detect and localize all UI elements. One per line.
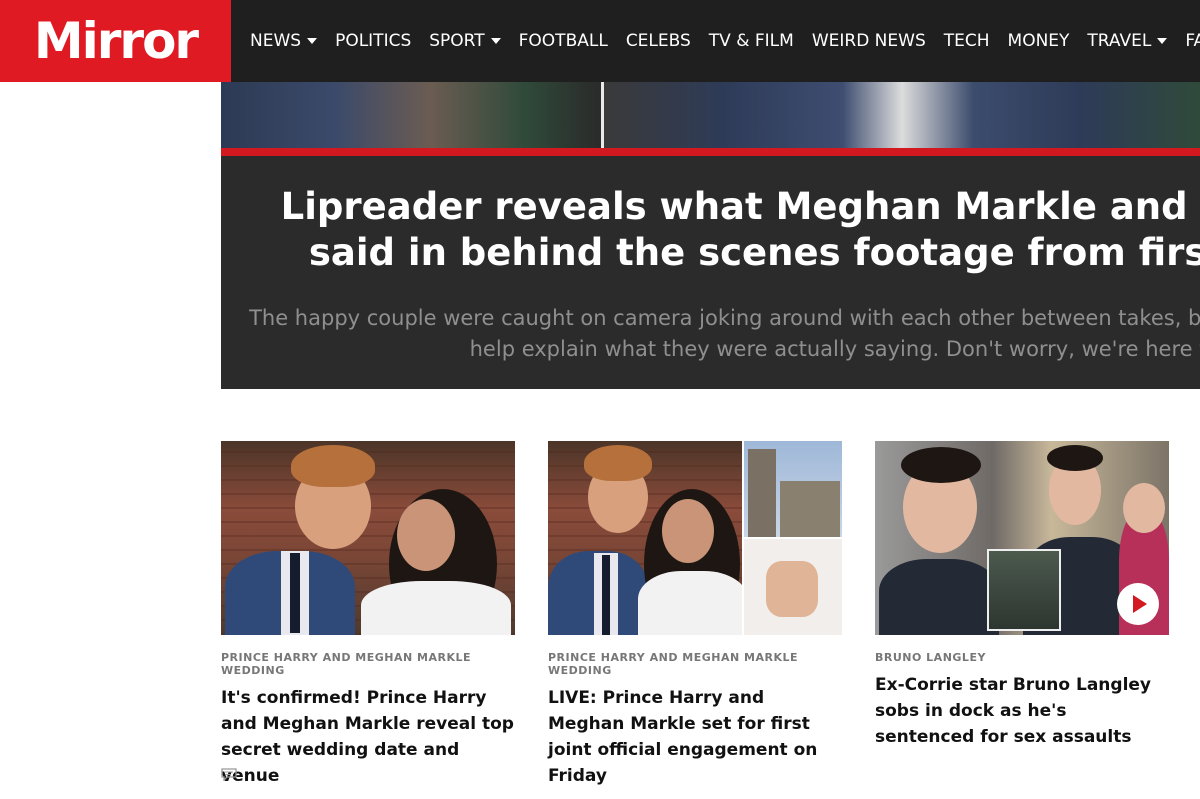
article-card[interactable]: PRINCE HARRY AND MEGHAN MARKLE WEDDING L… (548, 441, 842, 789)
nav-item-celebs[interactable]: CELEBS (626, 31, 691, 51)
caret-down-icon (1157, 38, 1168, 44)
article-thumbnail[interactable] (221, 441, 515, 635)
nav-item-money[interactable]: MONEY (1008, 31, 1070, 51)
caret-down-icon (490, 38, 501, 44)
article-headline[interactable]: It's confirmed! Prince Harry and Meghan … (221, 685, 515, 789)
nav-label: SPORT (429, 31, 485, 51)
photo-figure (584, 445, 652, 481)
photo-figure (662, 499, 714, 563)
photo-figure (1123, 483, 1165, 533)
nav-label: NEWS (250, 31, 302, 51)
article-headline[interactable]: LIVE: Prince Harry and Meghan Markle set… (548, 685, 842, 789)
nav-label: MONEY (1007, 31, 1070, 51)
hero-image-left (221, 82, 601, 148)
photo-figure (290, 553, 300, 633)
photo-figure (901, 447, 981, 483)
article-thumbnail[interactable] (875, 441, 1169, 635)
hero-accent-bar (221, 148, 1200, 156)
top-nav-bar: Mirror NEWS POLITICS SPORT FOOTBALL CELE… (0, 0, 1200, 82)
nav-item-politics[interactable]: POLITICS (335, 31, 411, 51)
photo-inset (987, 549, 1061, 631)
article-kicker[interactable]: PRINCE HARRY AND MEGHAN MARKLE WEDDING (548, 651, 818, 677)
nav-item-weird-news[interactable]: WEIRD NEWS (812, 31, 926, 51)
article-card[interactable]: BRUNO LANGLEY Ex-Corrie star Bruno Langl… (875, 441, 1169, 750)
nav-item-travel[interactable]: TRAVEL (1087, 31, 1168, 51)
hero-headline[interactable]: Lipreader reveals what Meghan Markle and… (221, 184, 1200, 276)
nav-item-tv-film[interactable]: TV & FILM (709, 31, 794, 51)
hero-headline-line-2: said in behind the scenes footage from f… (308, 231, 1200, 274)
article-card[interactable]: PRINCE HARRY AND MEGHAN MARKLE WEDDING I… (221, 441, 515, 789)
photo-figure (397, 499, 455, 571)
nav-label: WEIRD NEWS (811, 31, 926, 51)
nav-label: POLITICS (335, 31, 412, 51)
article-headline[interactable]: Ex-Corrie star Bruno Langley sobs in doc… (875, 672, 1169, 750)
mirror-logo[interactable]: Mirror (0, 0, 231, 82)
photo-figure (361, 581, 511, 635)
photo-building (748, 449, 776, 537)
hero-image[interactable] (221, 82, 1200, 148)
nav-label: TRAVEL (1087, 31, 1152, 51)
nav-label: TV & FILM (708, 31, 794, 51)
logo-text: Mirror (33, 12, 199, 70)
photo-figure (291, 445, 375, 487)
play-triangle (1133, 595, 1147, 613)
nav-item-fashion[interactable]: FASHION (1185, 31, 1200, 51)
hero-standfirst: The happy couple were caught on camera j… (221, 303, 1200, 365)
main-nav: NEWS POLITICS SPORT FOOTBALL CELEBS TV &… (250, 0, 1200, 82)
hero-text-panel[interactable]: Lipreader reveals what Meghan Markle and… (221, 156, 1200, 389)
article-kicker[interactable]: PRINCE HARRY AND MEGHAN MARKLE WEDDING (221, 651, 491, 677)
nav-label: CELEBS (625, 31, 691, 51)
play-icon[interactable] (1117, 583, 1159, 625)
nav-item-football[interactable]: FOOTBALL (519, 31, 608, 51)
comment-icon[interactable] (221, 768, 237, 781)
nav-label: FOOTBALL (518, 31, 608, 51)
photo-figure (879, 559, 999, 635)
nav-label: TECH (943, 31, 990, 51)
hero-standfirst-line-2: help explain what they were actually say… (469, 337, 1200, 361)
hero-standfirst-line-1: The happy couple were caught on camera j… (249, 306, 1200, 330)
photo-hands (766, 561, 818, 617)
photo-building (780, 481, 840, 537)
hero-headline-line-1: Lipreader reveals what Meghan Markle and… (280, 185, 1200, 228)
photo-figure (1047, 445, 1103, 471)
nav-label: FASHION (1185, 31, 1200, 51)
nav-item-sport[interactable]: SPORT (429, 31, 501, 51)
article-thumbnail[interactable] (548, 441, 842, 635)
photo-figure (638, 571, 748, 635)
article-kicker[interactable]: BRUNO LANGLEY (875, 651, 1145, 664)
caret-down-icon (307, 38, 318, 44)
hero-image-right (604, 82, 1200, 148)
photo-figure (602, 555, 610, 635)
nav-item-tech[interactable]: TECH (944, 31, 990, 51)
nav-item-news[interactable]: NEWS (250, 31, 318, 51)
